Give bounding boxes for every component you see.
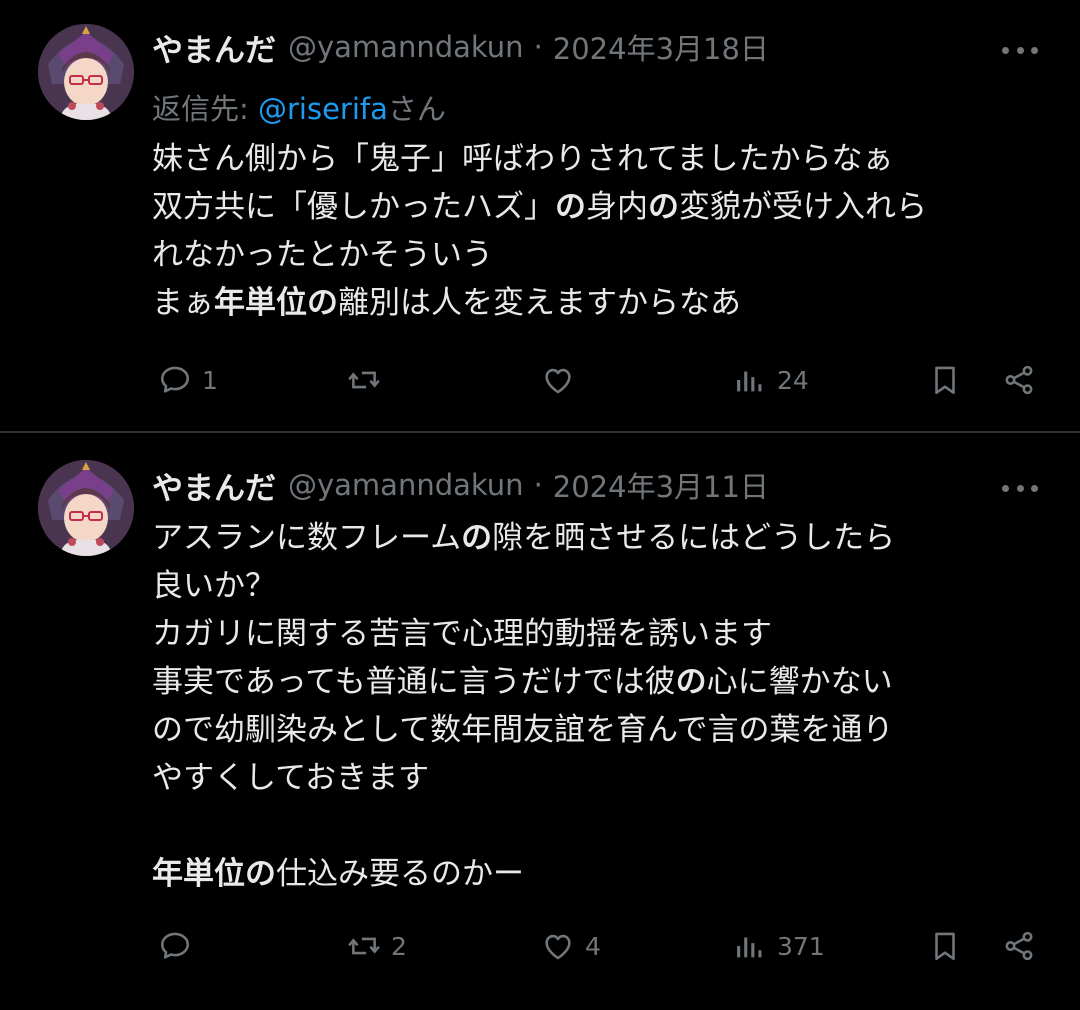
tweet-date[interactable]: 2024年3月11日 bbox=[553, 464, 769, 506]
tweet-text-line: 良いか？ bbox=[152, 562, 1052, 610]
display-name[interactable]: やまんだ bbox=[152, 463, 276, 508]
tweet-divider bbox=[0, 431, 1080, 433]
repost-arrows-icon bbox=[348, 371, 380, 389]
tweet-text-segment: の bbox=[555, 189, 586, 225]
avatar[interactable] bbox=[38, 460, 134, 556]
tweet-date[interactable]: 2024年3月18日 bbox=[553, 26, 769, 68]
share-button[interactable] bbox=[1002, 358, 1036, 402]
tweet[interactable]: やまんだ @yamanndakun · 2024年3月11日 アスランに数フレー… bbox=[0, 434, 1080, 1010]
bookmark-icon bbox=[935, 366, 955, 395]
tweet-text-segment: 年単位の bbox=[152, 856, 276, 892]
tweet-text-line: 双方共に「優しかったハズ」の身内の変貌が受け入れら bbox=[152, 183, 1052, 231]
like-button[interactable]: 4 bbox=[541, 924, 601, 968]
tweet-text-segment: やすくしておきます bbox=[152, 760, 430, 796]
tweet-text-segment: カガリに関する苦言で心理的動揺を誘います bbox=[152, 616, 772, 652]
tweet-text-segment: の bbox=[648, 189, 679, 225]
tweet-actions: 2 4 371 bbox=[0, 924, 1080, 968]
tweet-text-line: 事実であっても普通に言うだけでは彼の心に響かない bbox=[152, 658, 1052, 706]
tweet-header: やまんだ @yamanndakun · 2024年3月11日 bbox=[152, 462, 769, 508]
share-button[interactable] bbox=[1002, 924, 1036, 968]
tweet-text-segment: 隙を晒させるにはどうしたら bbox=[492, 520, 896, 556]
tweet-text-segment: れなかったとかそういう bbox=[152, 237, 493, 273]
reply-button[interactable]: 1 bbox=[158, 358, 218, 402]
tweet-text-line: アスランに数フレームの隙を晒させるにはどうしたら bbox=[152, 514, 1052, 562]
reply-context: 返信先: @riserifaさん bbox=[152, 86, 446, 128]
separator: · bbox=[533, 468, 543, 502]
reply-suffix: さん bbox=[387, 92, 446, 126]
tweet[interactable]: やまんだ @yamanndakun · 2024年3月18日 返信先: @ris… bbox=[0, 0, 1080, 432]
more-dots-icon[interactable] bbox=[1002, 44, 1038, 56]
tweet-text-segment: 離別は人を変えますからなあ bbox=[338, 285, 741, 321]
comment-bubble-icon bbox=[160, 366, 190, 393]
tweet-text-segment: まぁ bbox=[152, 285, 214, 321]
tweet-text-segment: 仕込み要るのかー bbox=[276, 856, 524, 892]
tweet-actions: 1 24 bbox=[0, 358, 1080, 402]
tweet-text-segment: 良いか？ bbox=[152, 568, 276, 604]
tweet-text-line bbox=[152, 802, 1052, 850]
tweet-text-segment: 双方共に「優しかったハズ」 bbox=[152, 189, 555, 225]
tweet-text: アスランに数フレームの隙を晒させるにはどうしたら 良いか？ カガリに関する苦言で心理… bbox=[152, 514, 1052, 898]
bookmark-button[interactable] bbox=[928, 358, 962, 402]
tweet-text-segment: 妹さん側から「鬼子」呼ばわりされてましたからなぁ bbox=[152, 141, 894, 177]
bookmark-button[interactable] bbox=[928, 924, 962, 968]
reply-button[interactable] bbox=[158, 924, 202, 968]
share-icon bbox=[1005, 365, 1033, 395]
tweet-text-segment: 事実であっても普通に言うだけでは彼 bbox=[152, 664, 676, 700]
tweet-text-segment: 心に響かない bbox=[706, 664, 893, 700]
tweet-text-segment: アスランに数フレーム bbox=[152, 520, 462, 556]
tweet-text-line: まぁ年単位の離別は人を変えますからなあ bbox=[152, 279, 1052, 327]
repost-button[interactable] bbox=[347, 358, 391, 402]
tweet-text-segment: ので幼馴染みとして数年間友誼を育んで言の葉を通り bbox=[152, 712, 894, 748]
bookmark-icon bbox=[935, 932, 955, 961]
views-button[interactable]: 24 bbox=[733, 358, 809, 402]
tweet-text-segment: 変貌が受け入れら bbox=[679, 189, 927, 225]
avatar-image bbox=[38, 24, 134, 120]
reply-mention-link[interactable]: @riserifa bbox=[258, 92, 388, 126]
display-name[interactable]: やまんだ bbox=[152, 25, 276, 70]
bar-chart-icon bbox=[737, 371, 762, 392]
tweet-text-line: やすくしておきます bbox=[152, 754, 1052, 802]
avatar-image bbox=[38, 460, 134, 556]
share-icon bbox=[1005, 931, 1033, 961]
repost-arrows-icon bbox=[348, 937, 380, 955]
view-count: 371 bbox=[777, 931, 825, 961]
avatar[interactable] bbox=[38, 24, 134, 120]
tweet-text-line: ので幼馴染みとして数年間友誼を育んで言の葉を通り bbox=[152, 706, 1052, 754]
repost-button[interactable]: 2 bbox=[347, 924, 407, 968]
tweet-text-line: れなかったとかそういう bbox=[152, 231, 1052, 279]
tweet-text-segment: の bbox=[461, 520, 493, 556]
view-count: 24 bbox=[777, 365, 809, 395]
like-count: 4 bbox=[585, 931, 601, 961]
repost-count: 2 bbox=[391, 931, 407, 961]
reply-prefix: 返信先: bbox=[152, 92, 258, 126]
bar-chart-icon bbox=[737, 937, 762, 958]
user-handle[interactable]: @yamanndakun bbox=[288, 30, 524, 64]
tweet-text-segment: の bbox=[675, 664, 707, 700]
tweet-text: 妹さん側から「鬼子」呼ばわりされてましたからなぁ 双方共に「優しかったハズ」の身内… bbox=[152, 135, 1052, 327]
comment-bubble-icon bbox=[160, 932, 190, 959]
separator: · bbox=[533, 30, 543, 64]
tweet-text-segment: 身内 bbox=[586, 189, 648, 225]
tweet-text-line: カガリに関する苦言で心理的動揺を誘います bbox=[152, 610, 1052, 658]
views-button[interactable]: 371 bbox=[733, 924, 825, 968]
tweet-text-line: 妹さん側から「鬼子」呼ばわりされてましたからなぁ bbox=[152, 135, 1052, 183]
like-button[interactable] bbox=[541, 358, 585, 402]
tweet-text-segment: 年単位の bbox=[214, 285, 338, 321]
more-dots-icon[interactable] bbox=[1002, 482, 1038, 494]
reply-count: 1 bbox=[202, 365, 218, 395]
tweet-text-line: 年単位の仕込み要るのかー bbox=[152, 850, 1052, 898]
user-handle[interactable]: @yamanndakun bbox=[288, 468, 524, 502]
tweet-header: やまんだ @yamanndakun · 2024年3月18日 bbox=[152, 24, 769, 70]
heart-icon bbox=[545, 934, 571, 960]
heart-icon bbox=[545, 368, 571, 394]
